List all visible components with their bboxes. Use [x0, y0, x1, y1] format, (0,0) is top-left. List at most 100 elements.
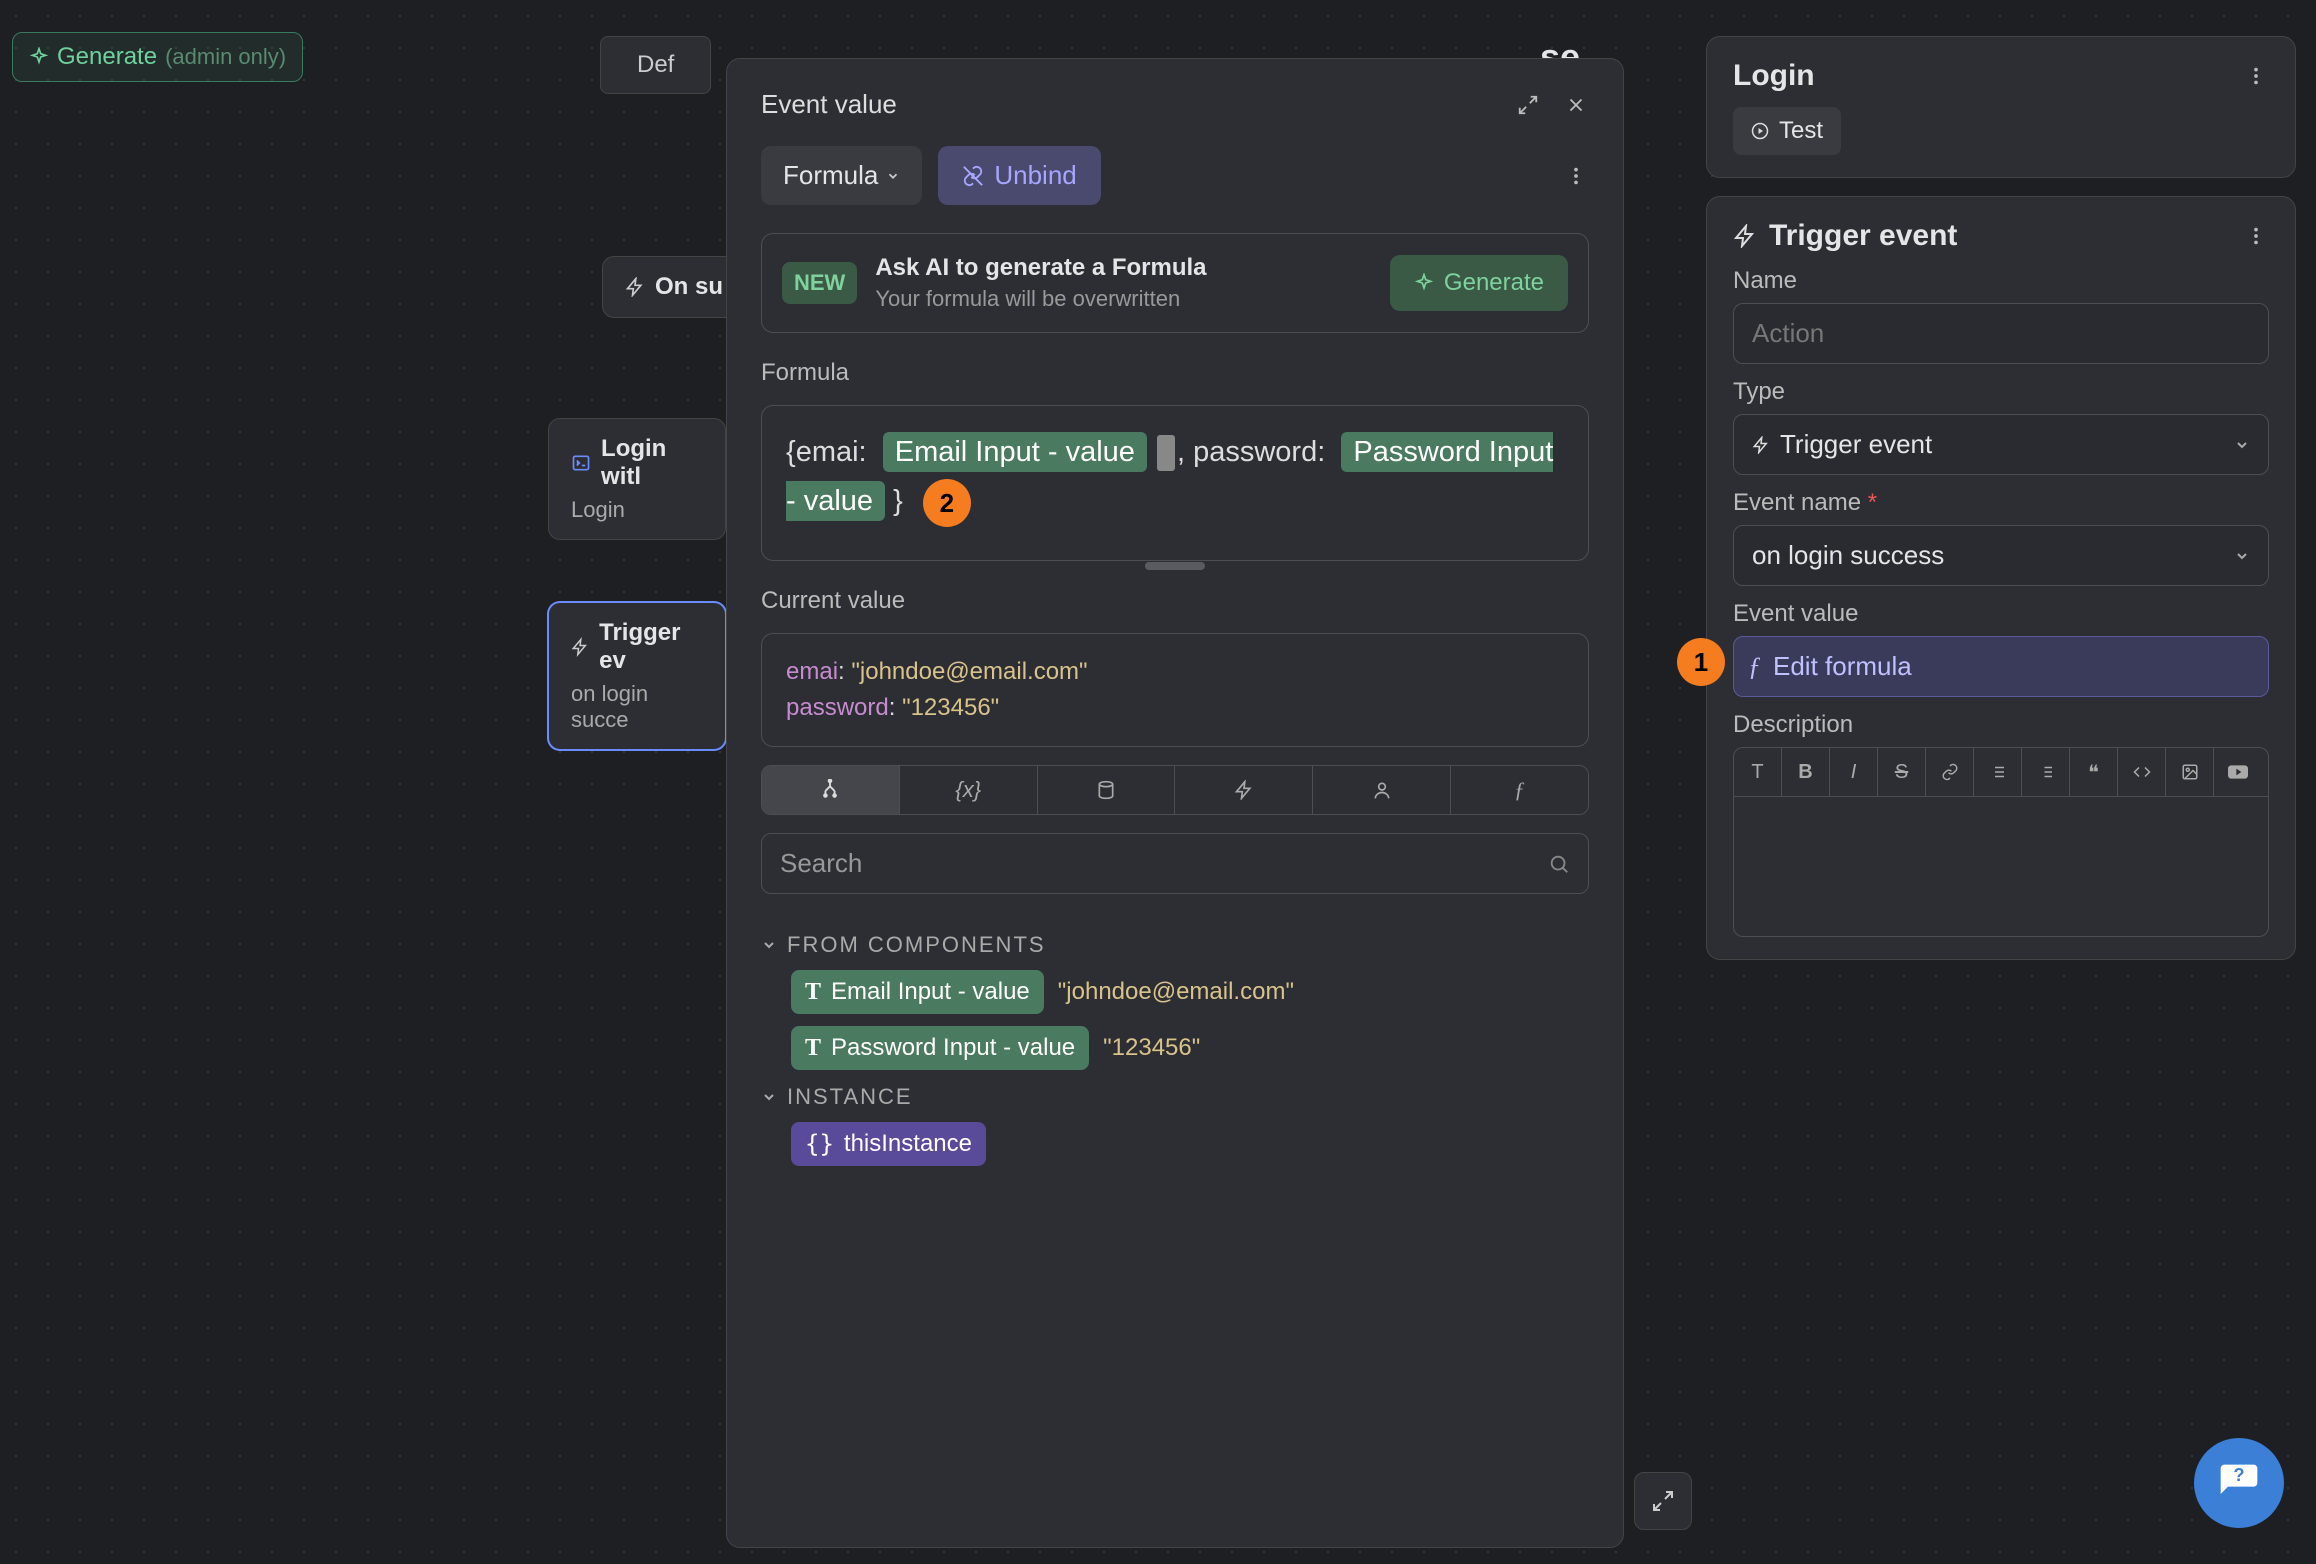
right-panel: Login Test Trigger event Name Action Typ…	[1706, 36, 2296, 960]
more-icon[interactable]	[1563, 163, 1589, 189]
close-icon[interactable]	[1563, 92, 1589, 118]
more-icon[interactable]	[2243, 63, 2269, 89]
variable-icon: {x}	[955, 777, 981, 803]
chevron-down-icon	[761, 937, 777, 953]
name-input[interactable]: Action	[1733, 303, 2269, 364]
bolt-icon	[1234, 780, 1254, 800]
current-value-label: Current value	[761, 587, 1589, 615]
current-value-box: emai: "johndoe@email.com" password: "123…	[761, 633, 1589, 747]
sparkle-icon	[1414, 273, 1434, 293]
canvas-tabs: Def	[600, 36, 711, 94]
rte-text-style[interactable]: T	[1734, 748, 1782, 796]
step-marker-1: 1	[1677, 638, 1725, 686]
bolt-icon	[571, 637, 589, 657]
rte-video[interactable]	[2214, 748, 2262, 796]
rte-code[interactable]	[2118, 748, 2166, 796]
modal-header: Event value	[761, 89, 1589, 120]
trigger-event-node[interactable]: Trigger ev on login succe	[548, 602, 726, 750]
tree-item-email-input[interactable]: TEmail Input - value "johndoe@email.com"	[761, 970, 1589, 1014]
event-name-select[interactable]: on login success	[1733, 525, 2269, 586]
panel-login-title: Login	[1733, 59, 1815, 93]
cat-tab-data[interactable]	[1038, 766, 1176, 814]
text-type-icon: T	[805, 979, 821, 1006]
object-type-icon: {}	[805, 1130, 834, 1158]
chevron-down-icon	[761, 1089, 777, 1105]
cat-tab-actions[interactable]	[1175, 766, 1313, 814]
formula-label: Formula	[761, 359, 1589, 387]
rte-list-ol[interactable]	[2022, 748, 2070, 796]
ai-banner: NEW Ask AI to generate a Formula Your fo…	[761, 233, 1589, 333]
play-icon	[1751, 122, 1769, 140]
description-label: Description	[1733, 711, 2269, 739]
description-editor[interactable]	[1733, 797, 2269, 937]
chevron-down-icon	[2234, 548, 2250, 564]
generate-admin-badge[interactable]: Generate (admin only)	[12, 32, 303, 82]
tree-header-components[interactable]: FROM COMPONENTS	[761, 932, 1589, 958]
panel-trigger-title: Trigger event	[1769, 219, 1957, 253]
tree-item-this-instance[interactable]: {}thisInstance	[761, 1122, 1589, 1166]
search-icon	[1548, 853, 1570, 875]
type-select[interactable]: Trigger event	[1733, 414, 2269, 475]
help-fab[interactable]: ?	[2194, 1438, 2284, 1528]
tree-item-password-input[interactable]: TPassword Input - value "123456"	[761, 1026, 1589, 1070]
chat-help-icon: ?	[2217, 1461, 2261, 1505]
formula-editor[interactable]: {emai: Email Input - value , password: P…	[761, 405, 1589, 561]
login-panel: Login Test	[1706, 36, 2296, 178]
tree-icon	[819, 779, 841, 801]
formula-dropdown[interactable]: Formula	[761, 146, 922, 205]
type-label: Type	[1733, 378, 2269, 406]
user-icon	[1372, 780, 1392, 800]
trigger-event-panel: Trigger event Name Action Type Trigger e…	[1706, 196, 2296, 960]
rte-strike[interactable]: S	[1878, 748, 1926, 796]
on-success-node[interactable]: On su	[602, 256, 746, 318]
cat-tab-user[interactable]	[1313, 766, 1451, 814]
search-input[interactable]: Search	[761, 833, 1589, 894]
login-node[interactable]: Login witl Login	[548, 418, 726, 540]
cat-tab-components[interactable]	[762, 766, 900, 814]
event-value-modal: Event value Formula Unbind NEW Ask AI to…	[726, 58, 1624, 1548]
modal-toolbar: Formula Unbind	[761, 146, 1589, 205]
email-token[interactable]: Email Input - value	[883, 432, 1147, 472]
unlink-icon	[962, 165, 984, 187]
step-marker-2: 2	[923, 479, 971, 527]
generate-admin-note: (admin only)	[165, 44, 286, 70]
terminal-icon	[571, 452, 591, 474]
new-badge: NEW	[782, 262, 857, 304]
bolt-icon	[1733, 224, 1757, 248]
edit-formula-button[interactable]: ƒ Edit formula	[1733, 636, 2269, 697]
category-tabs: {x} ƒ	[761, 765, 1589, 815]
database-icon	[1096, 780, 1116, 800]
rte-link[interactable]	[1926, 748, 1974, 796]
test-button[interactable]: Test	[1733, 107, 1841, 155]
tree-header-instance[interactable]: INSTANCE	[761, 1084, 1589, 1110]
rte-italic[interactable]: I	[1830, 748, 1878, 796]
tab-default[interactable]: Def	[600, 36, 711, 94]
rte-quote[interactable]: ❝	[2070, 748, 2118, 796]
chevron-down-icon	[886, 169, 900, 183]
modal-title: Event value	[761, 89, 897, 120]
rte-image[interactable]	[2166, 748, 2214, 796]
name-label: Name	[1733, 267, 2269, 295]
bolt-icon	[625, 277, 645, 297]
svg-text:?: ?	[2233, 1464, 2244, 1485]
rte-list-ul[interactable]	[1974, 748, 2022, 796]
expand-panel-button[interactable]	[1634, 1472, 1692, 1530]
resize-handle[interactable]	[1145, 562, 1205, 570]
generate-ai-button[interactable]: Generate	[1390, 255, 1568, 311]
event-value-label: Event value	[1733, 600, 2269, 628]
chevron-down-icon	[2234, 437, 2250, 453]
ai-subtitle: Your formula will be overwritten	[875, 286, 1206, 312]
cat-tab-functions[interactable]: ƒ	[1451, 766, 1588, 814]
cursor	[1157, 435, 1175, 471]
generate-label: Generate	[57, 43, 157, 71]
cat-tab-variables[interactable]: {x}	[900, 766, 1038, 814]
ai-title: Ask AI to generate a Formula	[875, 254, 1206, 282]
unbind-button[interactable]: Unbind	[938, 146, 1100, 205]
text-type-icon: T	[805, 1035, 821, 1062]
expand-icon[interactable]	[1515, 92, 1541, 118]
rte-toolbar: T B I S ❝	[1733, 747, 2269, 797]
more-icon[interactable]	[2243, 223, 2269, 249]
event-name-label: Event name *	[1733, 489, 2269, 517]
bolt-icon	[1752, 436, 1770, 454]
rte-bold[interactable]: B	[1782, 748, 1830, 796]
